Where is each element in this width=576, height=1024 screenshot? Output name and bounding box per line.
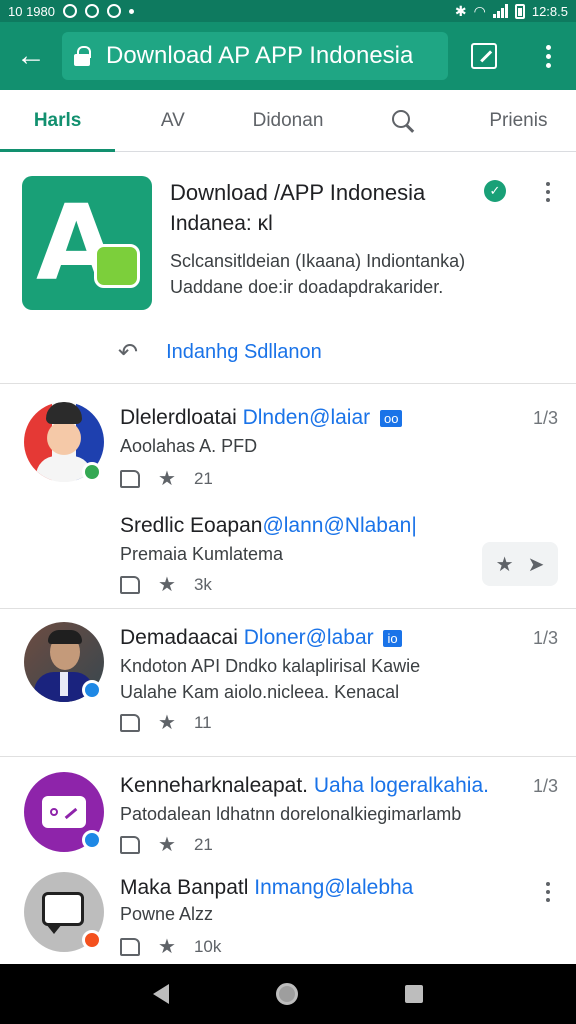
post-actions: ★ 11 bbox=[120, 710, 212, 735]
post-tag: oo bbox=[379, 409, 403, 427]
notification-icon bbox=[107, 4, 121, 18]
post-time: 1/3 bbox=[532, 628, 558, 648]
nav-back-icon[interactable] bbox=[153, 984, 170, 1004]
url-text: Download AP APP Indonesia bbox=[106, 42, 414, 69]
app-bar: ← Download AP APP Indonesia bbox=[0, 22, 576, 90]
signal-icon bbox=[492, 4, 508, 18]
post-text: Ualahe Kam aiolo.nicleea. Kenacal bbox=[120, 682, 400, 702]
lock-icon bbox=[74, 46, 91, 66]
nav-home-icon[interactable] bbox=[275, 983, 298, 1005]
open-external-icon bbox=[471, 43, 497, 69]
app-description: Sclcansitldeian (Ikaana) Indiontanka) Ua… bbox=[170, 248, 465, 300]
post-text: Premaia Kumlatema bbox=[120, 544, 284, 564]
tab-prienis[interactable]: Prienis bbox=[461, 90, 576, 151]
alert-badge-icon bbox=[82, 930, 102, 950]
tab-harls[interactable]: Harls bbox=[0, 90, 116, 152]
back-arrow-icon: ← bbox=[16, 39, 46, 72]
search-icon bbox=[392, 109, 414, 132]
post-author[interactable]: Sredlic Eoapan@lann@Nlaban| bbox=[120, 514, 417, 538]
thumbs-up-icon[interactable] bbox=[120, 835, 140, 854]
star-icon[interactable]: ★ bbox=[496, 552, 514, 577]
share-link[interactable]: Indanhg Sdllanon bbox=[166, 341, 322, 364]
battery-icon bbox=[514, 3, 525, 19]
tab-didonan[interactable]: Didonan bbox=[230, 90, 345, 151]
status-time-left: 10 1980 bbox=[8, 3, 55, 19]
post-author[interactable]: Demadaacai Dloner@labar io bbox=[120, 626, 402, 650]
star-icon[interactable]: ★ bbox=[158, 710, 176, 735]
notification-icon bbox=[63, 4, 77, 18]
post-handle[interactable]: @lann@Nlaban| bbox=[262, 514, 416, 537]
post-text: Powne Alzz bbox=[120, 904, 214, 924]
post-text: Kndoton API Dndko kalaplirisal Kawie bbox=[120, 656, 421, 676]
app-title[interactable]: Download /APP Indonesia bbox=[170, 180, 425, 206]
post-author[interactable]: Dlelerdloatai Dlnden@laiar oo bbox=[120, 406, 403, 430]
divider bbox=[0, 608, 576, 609]
star-count: 11 bbox=[193, 712, 212, 732]
notification-icon bbox=[85, 4, 99, 18]
app-subtitle: Indanea: ĸl bbox=[170, 212, 273, 235]
url-bar[interactable]: Download AP APP Indonesia bbox=[62, 32, 448, 80]
tab-bar: Harls AV Didonan Prienis bbox=[0, 90, 576, 152]
back-button[interactable]: ← bbox=[0, 22, 62, 90]
post-handle[interactable]: Uaha logeralkahia. bbox=[314, 774, 489, 797]
share-row[interactable]: ↶ Indanhg Sdllanon bbox=[118, 338, 322, 367]
system-nav-bar bbox=[0, 964, 576, 1024]
verified-badge-icon bbox=[82, 830, 102, 850]
post-author[interactable]: Maka Banpatl Inmang@lalebha bbox=[120, 876, 413, 900]
star-count: 21 bbox=[193, 468, 213, 488]
post-handle[interactable]: Dlnden@laiar bbox=[243, 406, 371, 429]
thumbs-up-icon[interactable] bbox=[120, 937, 140, 956]
status-bar: 10 1980 ✱ ◠ 12:8.5 bbox=[0, 0, 576, 22]
status-time-right: 12:8.5 bbox=[531, 3, 568, 19]
app-description-line2: Uaddane doe:ir doadapdrakarider. bbox=[170, 277, 444, 297]
nav-recents-icon[interactable] bbox=[404, 985, 423, 1003]
share-icon: ↶ bbox=[118, 339, 139, 366]
post-more-button[interactable] bbox=[546, 882, 550, 902]
app-logo-badge-icon bbox=[94, 244, 140, 288]
post-handle[interactable]: Inmang@lalebha bbox=[254, 876, 413, 899]
tab-av[interactable]: AV bbox=[115, 90, 230, 151]
thumbs-up-icon[interactable] bbox=[120, 469, 140, 488]
app-description-line1: Sclcansitldeian (Ikaana) Indiontanka) bbox=[170, 251, 466, 271]
open-external-button[interactable] bbox=[448, 22, 520, 90]
verified-icon: ✓ bbox=[484, 180, 506, 202]
post-handle[interactable]: Dloner@labar bbox=[244, 626, 374, 649]
thumbs-up-icon[interactable] bbox=[120, 713, 140, 732]
card-more-button[interactable] bbox=[546, 182, 550, 202]
online-badge-icon bbox=[82, 462, 102, 482]
tab-search[interactable] bbox=[346, 90, 461, 151]
post-text: Aoolahas A. PFD bbox=[120, 436, 258, 456]
star-icon[interactable]: ★ bbox=[158, 934, 176, 959]
post-author[interactable]: Kenneharknaleapat. Uaha logeralkahia. bbox=[120, 774, 489, 798]
star-count: 10k bbox=[193, 936, 222, 956]
post-actions: ★ 21 bbox=[120, 832, 213, 857]
star-count: 21 bbox=[193, 834, 213, 854]
verified-badge-icon bbox=[82, 680, 102, 700]
divider bbox=[0, 756, 576, 757]
wifi-icon: ◠ bbox=[473, 2, 486, 19]
post-time: 1/3 bbox=[532, 776, 558, 796]
post-actions: ★ 3k bbox=[120, 572, 212, 597]
app-logo[interactable]: A bbox=[22, 176, 152, 310]
bluetooth-icon: ✱ bbox=[454, 2, 467, 19]
star-icon[interactable]: ★ bbox=[158, 572, 176, 597]
post-time: 1/3 bbox=[532, 408, 558, 428]
quick-actions-card[interactable]: ★ ➤ bbox=[482, 542, 558, 586]
star-icon[interactable]: ★ bbox=[158, 466, 176, 491]
star-icon[interactable]: ★ bbox=[158, 832, 176, 857]
post-actions: ★ 21 bbox=[120, 466, 213, 491]
star-count: 3k bbox=[193, 574, 212, 594]
overflow-menu-button[interactable] bbox=[520, 22, 576, 90]
send-icon[interactable]: ➤ bbox=[528, 552, 545, 577]
post-actions: ★ 10k bbox=[120, 934, 221, 959]
post-text: Patodalean ldhatnn dorelonalkiegimarlamb bbox=[120, 804, 462, 824]
post-tag: io bbox=[383, 629, 402, 647]
thumbs-up-icon[interactable] bbox=[120, 575, 140, 594]
dot-icon bbox=[129, 8, 134, 14]
